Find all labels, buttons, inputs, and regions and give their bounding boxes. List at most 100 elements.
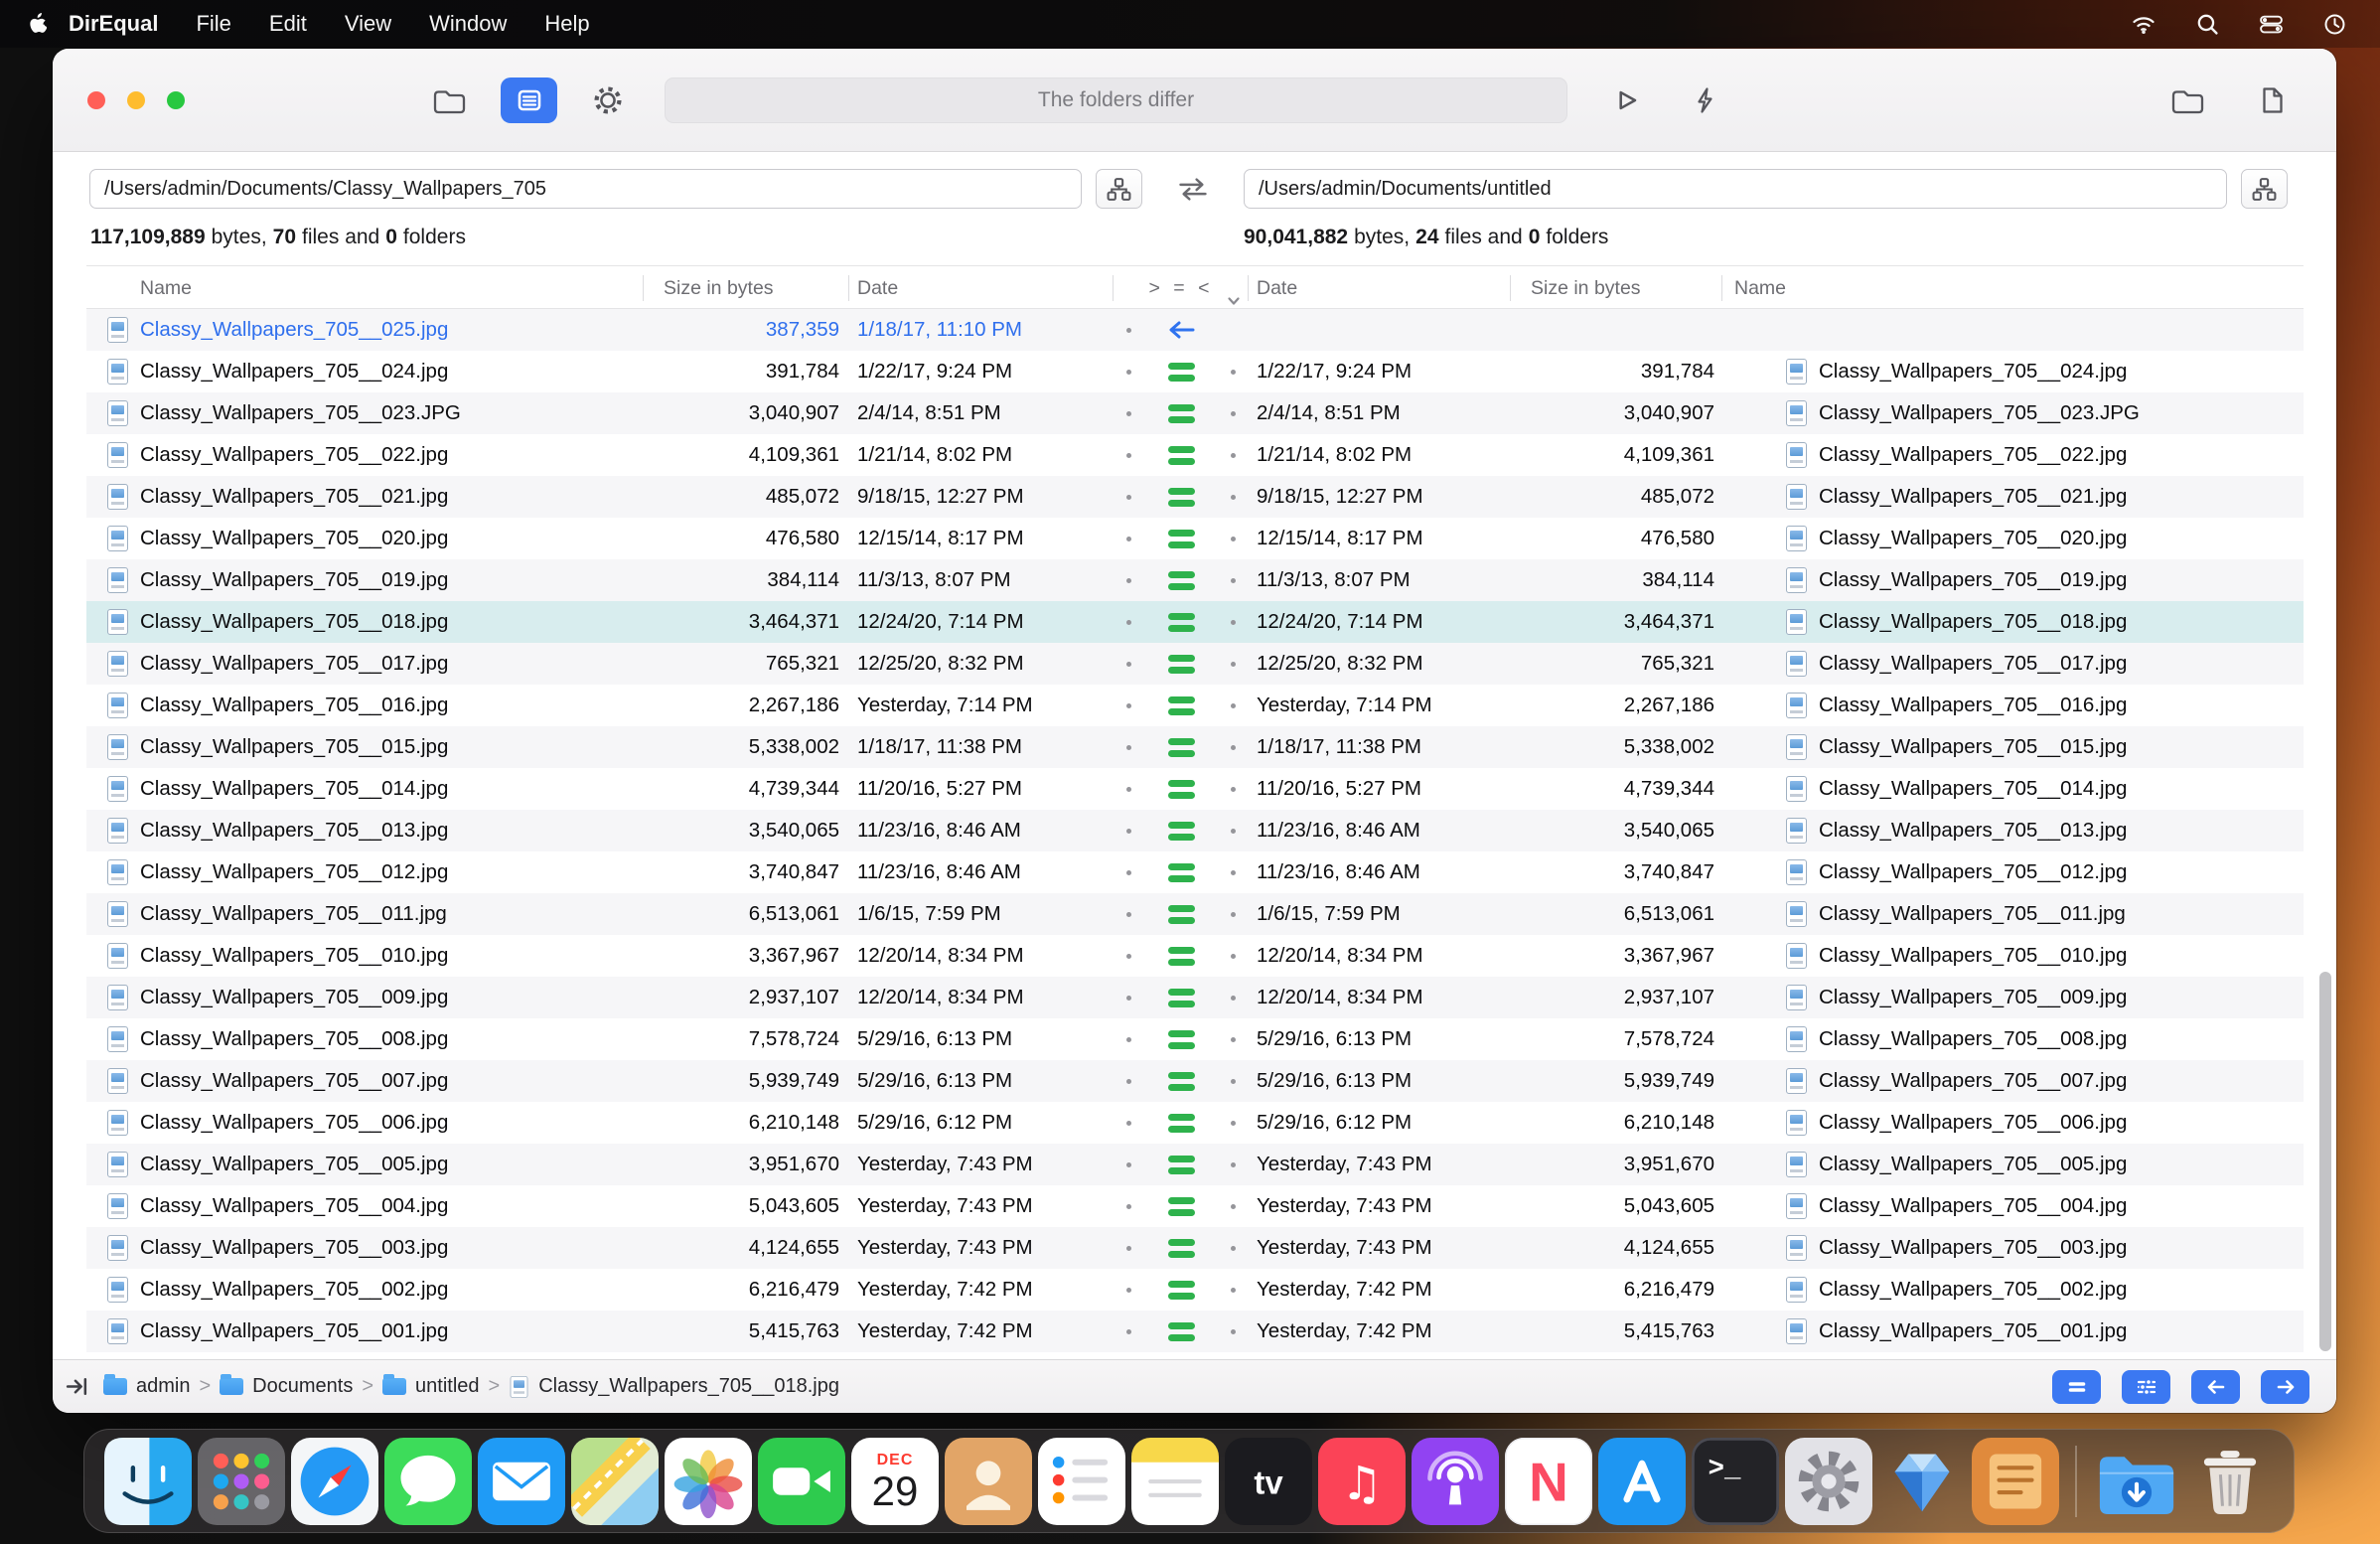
equal-icon[interactable] xyxy=(1167,695,1195,715)
left-dot-icon[interactable] xyxy=(1126,1120,1131,1126)
equal-icon[interactable] xyxy=(1167,1238,1195,1258)
compare-status[interactable] xyxy=(1114,821,1249,841)
equal-icon[interactable] xyxy=(1167,1029,1195,1049)
compare-status[interactable] xyxy=(1114,737,1249,757)
table-row[interactable]: Classy_Wallpapers_705__002.jpg 6,216,479 Y… xyxy=(86,1269,2304,1311)
equal-icon[interactable] xyxy=(1167,403,1195,423)
file-name-left[interactable]: Classy_Wallpapers_705__012.jpg xyxy=(86,859,644,885)
left-dot-icon[interactable] xyxy=(1126,577,1131,583)
filter-options-button[interactable] xyxy=(2122,1369,2170,1404)
equal-icon[interactable] xyxy=(1167,946,1195,966)
compare-status[interactable] xyxy=(1114,529,1249,548)
equal-icon[interactable] xyxy=(1167,612,1195,632)
file-name-left[interactable]: Classy_Wallpapers_705__019.jpg xyxy=(86,567,644,593)
column-header-date-right[interactable]: Date xyxy=(1249,266,1511,310)
table-row[interactable]: Classy_Wallpapers_705__010.jpg 3,367,967 1… xyxy=(86,935,2304,977)
left-dot-icon[interactable] xyxy=(1126,1078,1131,1084)
table-row[interactable]: Classy_Wallpapers_705__025.jpg 387,359 1/1… xyxy=(86,309,2304,351)
left-dot-icon[interactable] xyxy=(1126,661,1131,667)
file-name-right[interactable]: Classy_Wallpapers_705__016.jpg xyxy=(1722,693,2304,718)
file-name-left[interactable]: Classy_Wallpapers_705__005.jpg xyxy=(86,1152,644,1177)
table-row[interactable]: Classy_Wallpapers_705__007.jpg 5,939,749 5… xyxy=(86,1060,2304,1102)
file-name-right[interactable]: Classy_Wallpapers_705__005.jpg xyxy=(1722,1152,2304,1177)
menu-edit[interactable]: Edit xyxy=(250,0,326,48)
zoom-button[interactable] xyxy=(167,90,185,109)
breadcrumb-folder[interactable]: admin xyxy=(103,1374,190,1398)
file-name-right[interactable]: Classy_Wallpapers_705__007.jpg xyxy=(1722,1068,2304,1094)
table-row[interactable]: Classy_Wallpapers_705__001.jpg 5,415,763 Y… xyxy=(86,1311,2304,1352)
table-row[interactable]: Classy_Wallpapers_705__022.jpg 4,109,361 1… xyxy=(86,434,2304,476)
table-row[interactable]: Classy_Wallpapers_705__011.jpg 6,513,061 1… xyxy=(86,893,2304,935)
reveal-selected-file-button[interactable] xyxy=(2247,77,2297,123)
dock-podcasts-icon[interactable] xyxy=(1412,1437,1499,1525)
left-dot-icon[interactable] xyxy=(1126,995,1131,1001)
right-dot-icon[interactable] xyxy=(1231,953,1236,959)
file-name-right[interactable]: Classy_Wallpapers_705__013.jpg xyxy=(1722,818,2304,844)
right-dot-icon[interactable] xyxy=(1231,494,1236,500)
file-name-left[interactable]: Classy_Wallpapers_705__013.jpg xyxy=(86,818,644,844)
right-dot-icon[interactable] xyxy=(1231,744,1236,750)
dock-contacts-icon[interactable] xyxy=(945,1437,1032,1525)
vertical-scrollbar[interactable] xyxy=(2319,972,2331,1351)
equal-icon[interactable] xyxy=(1167,1280,1195,1300)
right-dot-icon[interactable] xyxy=(1231,410,1236,416)
dock-direqual-icon[interactable] xyxy=(1878,1438,1966,1525)
compare-status[interactable] xyxy=(1114,946,1249,966)
table-row[interactable]: Classy_Wallpapers_705__015.jpg 5,338,002 1… xyxy=(86,726,2304,768)
compare-status[interactable] xyxy=(1114,862,1249,882)
right-dot-icon[interactable] xyxy=(1231,786,1236,792)
compare-status[interactable] xyxy=(1114,1238,1249,1258)
right-dot-icon[interactable] xyxy=(1231,1036,1236,1042)
settings-button[interactable] xyxy=(583,77,633,123)
dock-terminal-icon[interactable]: >_ xyxy=(1692,1437,1779,1525)
dock-notes-icon[interactable] xyxy=(1131,1437,1219,1525)
compare-status[interactable] xyxy=(1114,1071,1249,1091)
wifi-icon[interactable] xyxy=(2131,14,2157,35)
left-dot-icon[interactable] xyxy=(1126,536,1131,541)
table-row[interactable]: Classy_Wallpapers_705__023.JPG 3,040,907 2… xyxy=(86,392,2304,434)
left-dot-icon[interactable] xyxy=(1126,1245,1131,1251)
dock-tv-icon[interactable]: tv xyxy=(1225,1437,1312,1525)
left-dot-icon[interactable] xyxy=(1126,911,1131,917)
right-dot-icon[interactable] xyxy=(1231,828,1236,834)
file-name-right[interactable]: Classy_Wallpapers_705__018.jpg xyxy=(1722,609,2304,635)
menu-file[interactable]: File xyxy=(177,0,249,48)
file-name-right[interactable]: Classy_Wallpapers_705__012.jpg xyxy=(1722,859,2304,885)
left-dot-icon[interactable] xyxy=(1126,953,1131,959)
file-name-left[interactable]: Classy_Wallpapers_705__008.jpg xyxy=(86,1026,644,1052)
dock-facetime-icon[interactable] xyxy=(758,1437,845,1525)
right-dot-icon[interactable] xyxy=(1231,995,1236,1001)
left-dot-icon[interactable] xyxy=(1126,619,1131,625)
left-dot-icon[interactable] xyxy=(1126,410,1131,416)
left-dot-icon[interactable] xyxy=(1126,744,1131,750)
run-compare-button[interactable] xyxy=(1601,77,1651,123)
dock-calendar-icon[interactable]: DEC 29 xyxy=(851,1437,939,1525)
file-name-left[interactable]: Classy_Wallpapers_705__018.jpg xyxy=(86,609,644,635)
right-dot-icon[interactable] xyxy=(1231,1203,1236,1209)
compare-status[interactable] xyxy=(1114,1196,1249,1216)
file-name-right[interactable]: Classy_Wallpapers_705__003.jpg xyxy=(1722,1235,2304,1261)
file-name-right[interactable]: Classy_Wallpapers_705__023.JPG xyxy=(1722,400,2304,426)
previous-difference-button[interactable] xyxy=(2191,1369,2240,1404)
left-path-input[interactable] xyxy=(89,169,1082,209)
equal-icon[interactable] xyxy=(1167,737,1195,757)
table-row[interactable]: Classy_Wallpapers_705__016.jpg 2,267,186 Y… xyxy=(86,685,2304,726)
left-dot-icon[interactable] xyxy=(1126,1203,1131,1209)
compare-status[interactable] xyxy=(1114,1029,1249,1049)
right-dot-icon[interactable] xyxy=(1231,536,1236,541)
column-header-name-right[interactable]: Name xyxy=(1722,266,2304,310)
left-dot-icon[interactable] xyxy=(1126,1036,1131,1042)
dock-news-icon[interactable]: N xyxy=(1505,1437,1592,1525)
file-name-right[interactable]: Classy_Wallpapers_705__021.jpg xyxy=(1722,484,2304,510)
right-dot-icon[interactable] xyxy=(1231,911,1236,917)
apple-menu-icon[interactable] xyxy=(28,13,47,35)
left-dot-icon[interactable] xyxy=(1126,1161,1131,1167)
file-name-left[interactable]: Classy_Wallpapers_705__016.jpg xyxy=(86,693,644,718)
table-row[interactable]: Classy_Wallpapers_705__008.jpg 7,578,724 5… xyxy=(86,1018,2304,1060)
menu-app-name[interactable]: DirEqual xyxy=(47,0,177,48)
file-name-left[interactable]: Classy_Wallpapers_705__024.jpg xyxy=(86,359,644,385)
compare-status[interactable] xyxy=(1114,570,1249,590)
column-header-compare[interactable]: > = < xyxy=(1114,266,1249,310)
table-row[interactable]: Classy_Wallpapers_705__017.jpg 765,321 12/… xyxy=(86,643,2304,685)
left-dot-icon[interactable] xyxy=(1126,1328,1131,1334)
